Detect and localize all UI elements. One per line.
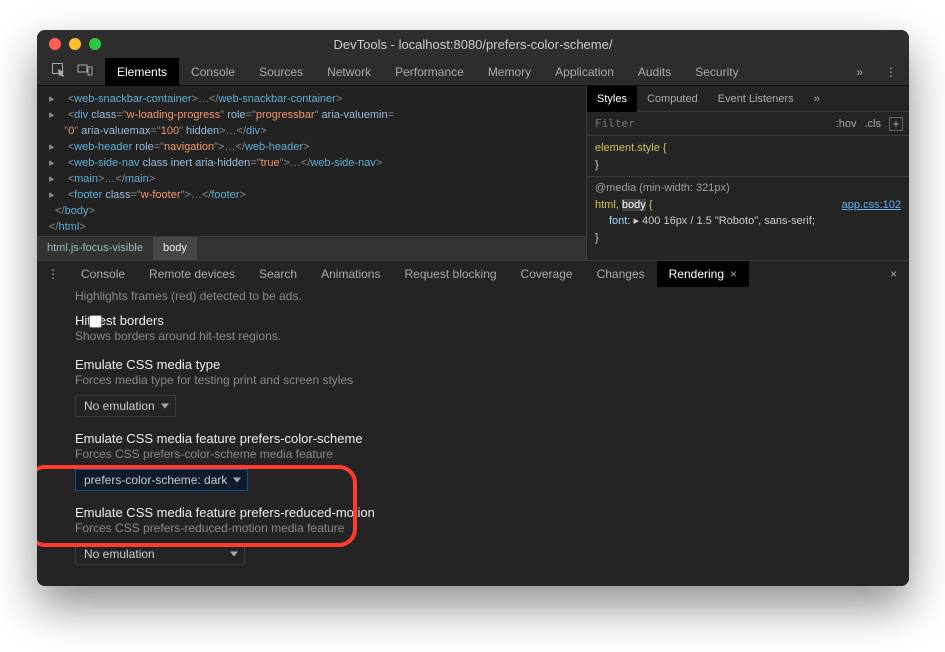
tab-event-listeners[interactable]: Event Listeners <box>708 86 804 112</box>
drawer-tab-search[interactable]: Search <box>247 261 309 287</box>
emulate-media-type-select[interactable]: No emulation <box>75 395 176 417</box>
inspect-icon[interactable] <box>51 62 67 81</box>
breadcrumb-body[interactable]: body <box>153 237 197 261</box>
window-title: DevTools - localhost:8080/prefers-color-… <box>37 37 909 52</box>
main-tabbar: Elements Console Sources Network Perform… <box>37 58 909 86</box>
drawer-close-icon[interactable]: × <box>878 267 909 281</box>
tab-application[interactable]: Application <box>543 58 626 86</box>
tab-console[interactable]: Console <box>179 58 247 86</box>
hit-test-borders-checkbox[interactable] <box>89 315 102 328</box>
tab-audits[interactable]: Audits <box>626 58 683 86</box>
tab-performance[interactable]: Performance <box>383 58 476 86</box>
source-link[interactable]: app.css:102 <box>842 197 901 214</box>
drawer-tab-remote-devices[interactable]: Remote devices <box>137 261 247 287</box>
overflow-tabs-icon[interactable]: » <box>846 65 873 79</box>
tab-styles[interactable]: Styles <box>587 86 637 112</box>
dom-tree[interactable]: <web-snackbar-container>…</web-snackbar-… <box>37 86 586 260</box>
emulate-prm-sub: Forces CSS prefers-reduced-motion media … <box>75 521 889 535</box>
emulate-media-type-title: Emulate CSS media type <box>75 357 889 372</box>
drawer-tab-request-blocking[interactable]: Request blocking <box>392 261 508 287</box>
tab-memory[interactable]: Memory <box>476 58 543 86</box>
drawer-tabs: ⋮ Console Remote devices Search Animatio… <box>37 261 909 287</box>
overflow-styles-icon[interactable]: » <box>804 86 830 112</box>
truncated-prev-section: Highlights frames (red) detected to be a… <box>75 289 889 303</box>
emulate-pcs-sub: Forces CSS prefers-color-scheme media fe… <box>75 447 889 461</box>
titlebar: DevTools - localhost:8080/prefers-color-… <box>37 30 909 58</box>
new-style-rule-button[interactable]: + <box>889 117 903 131</box>
settings-kebab-icon[interactable]: ⋮ <box>873 65 909 79</box>
rendering-pane: Highlights frames (red) detected to be a… <box>37 287 909 586</box>
styles-rules[interactable]: element.style { } @media (min-width: 321… <box>587 136 909 253</box>
emulate-prm-title: Emulate CSS media feature prefers-reduce… <box>75 505 889 520</box>
devtools-window: DevTools - localhost:8080/prefers-color-… <box>37 30 909 586</box>
drawer-tab-console[interactable]: Console <box>69 261 137 287</box>
hov-toggle[interactable]: :hov <box>836 118 857 130</box>
emulate-media-type-sub: Forces media type for testing print and … <box>75 373 889 387</box>
drawer-menu-icon[interactable]: ⋮ <box>37 267 69 281</box>
tab-computed[interactable]: Computed <box>637 86 708 112</box>
styles-filter-input[interactable] <box>595 117 828 130</box>
close-tab-icon[interactable]: × <box>730 267 737 281</box>
drawer: ⋮ Console Remote devices Search Animatio… <box>37 260 909 586</box>
breadcrumb-html[interactable]: html.js-focus-visible <box>37 237 153 261</box>
css-prop-font[interactable]: font <box>609 215 627 227</box>
panel-tabs: Elements Console Sources Network Perform… <box>105 58 751 86</box>
brace-close: } <box>595 157 901 174</box>
tab-network[interactable]: Network <box>315 58 383 86</box>
tab-elements[interactable]: Elements <box>105 58 179 86</box>
drawer-tab-rendering[interactable]: Rendering× <box>657 261 749 287</box>
drawer-tab-animations[interactable]: Animations <box>309 261 392 287</box>
hit-test-borders-sub: Shows borders around hit-test regions. <box>75 329 889 343</box>
drawer-tab-coverage[interactable]: Coverage <box>509 261 585 287</box>
emulate-pcs-title: Emulate CSS media feature prefers-color-… <box>75 431 889 446</box>
tab-sources[interactable]: Sources <box>247 58 315 86</box>
device-toggle-icon[interactable] <box>77 62 93 81</box>
hit-test-borders-title: Hit-test borders <box>75 313 889 328</box>
emulate-prm-select[interactable]: No emulation <box>75 543 245 565</box>
tab-security[interactable]: Security <box>683 58 750 86</box>
styles-panel: Styles Computed Event Listeners » :hov .… <box>586 86 909 260</box>
element-style-selector: element.style { <box>595 142 667 154</box>
cls-toggle[interactable]: .cls <box>865 118 882 130</box>
drawer-tab-changes[interactable]: Changes <box>585 261 657 287</box>
emulate-pcs-select[interactable]: prefers-color-scheme: dark <box>75 469 248 491</box>
media-rule: @media (min-width: 321px) <box>595 180 901 197</box>
